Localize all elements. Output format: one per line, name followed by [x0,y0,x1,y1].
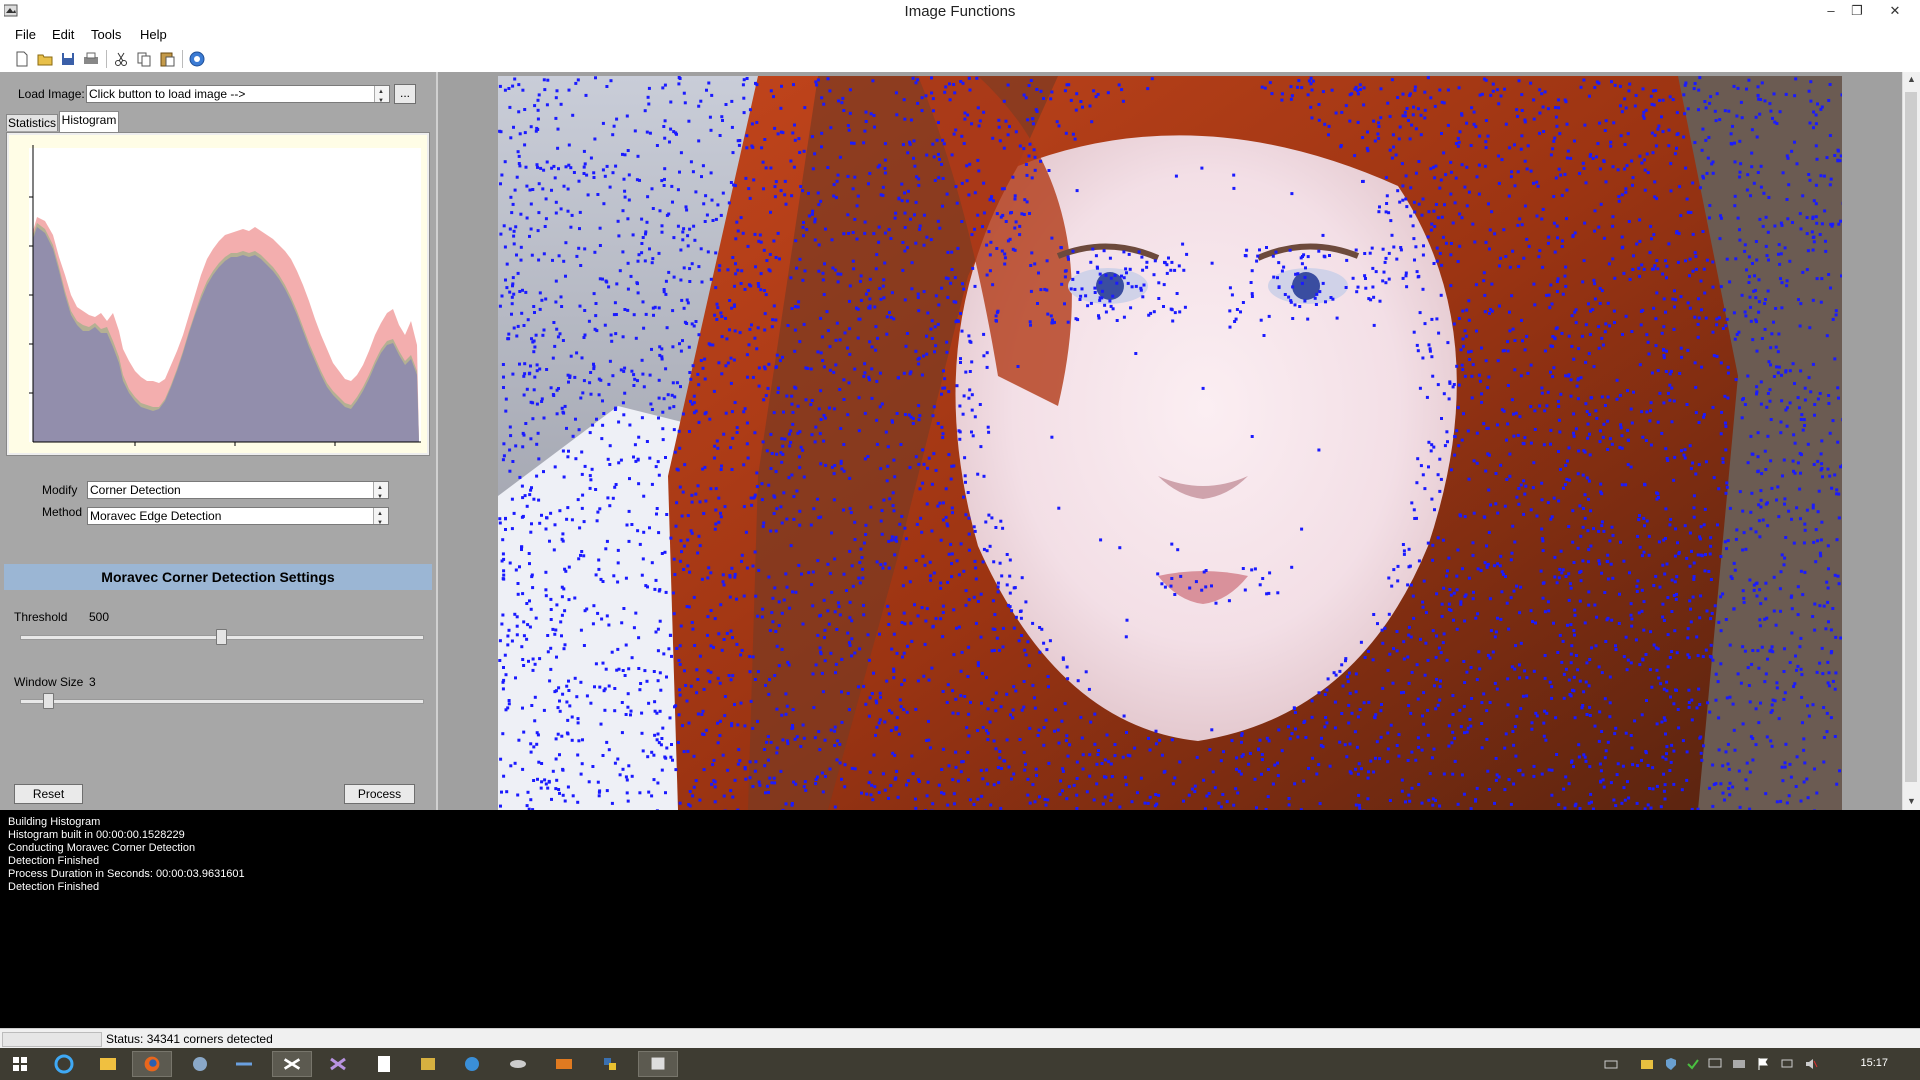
scroll-down-icon[interactable]: ▼ [1907,796,1916,806]
tab-statistics[interactable]: Statistics [6,114,58,131]
python-icon[interactable] [590,1051,630,1077]
cut-icon[interactable] [112,50,130,68]
window-size-label: Window Size [14,675,84,689]
save-icon[interactable] [59,50,77,68]
reset-button[interactable]: Reset [14,784,83,804]
terminal-icon[interactable] [544,1051,584,1077]
vertical-scrollbar[interactable]: ▲ ▼ [1902,72,1920,810]
histogram-chart [9,135,427,453]
menu-file[interactable]: File [15,27,36,42]
toolbar-separator [182,50,183,68]
menu-help[interactable]: Help [140,27,167,42]
browse-button[interactable]: ... [394,84,416,104]
link-icon[interactable] [224,1051,264,1077]
visual-studio-icon[interactable] [272,1051,312,1077]
scrollbar-thumb[interactable] [1905,92,1917,782]
load-image-label: Load Image: [18,87,85,101]
load-image-value: Click button to load image --> [89,87,246,101]
display-icon[interactable] [1732,1057,1746,1071]
network-icon[interactable] [452,1051,492,1077]
method-label: Method [42,505,83,519]
modify-label: Modify [42,483,78,497]
load-image-spinner[interactable] [374,86,389,102]
image-functions-icon[interactable] [638,1051,678,1077]
title-bar: Image Functions – ❐ ✕ [0,0,1920,24]
copy-icon[interactable] [135,50,153,68]
log-line: Process Duration in Seconds: 00:00:03.96… [8,868,245,880]
modify-select[interactable]: Corner Detection [87,481,389,499]
log-line: Histogram built in 00:00:00.1528229 [8,829,185,841]
settings-header: Moravec Corner Detection Settings [4,564,432,590]
image-viewer[interactable]: ▲ ▼ [438,72,1920,810]
tab-histogram[interactable]: Histogram [59,111,119,132]
scroll-up-icon[interactable]: ▲ [1907,74,1916,84]
process-button[interactable]: Process [344,784,415,804]
network-tray-icon[interactable] [1780,1057,1794,1071]
toolbar [0,46,1920,73]
progress-bar [2,1032,102,1047]
flag-icon[interactable] [1756,1057,1770,1071]
document-icon[interactable] [364,1051,404,1077]
load-image-field[interactable]: Click button to load image --> [86,85,390,103]
new-icon[interactable] [13,50,31,68]
toolbar-separator [106,50,107,68]
keyboard-icon[interactable] [1604,1057,1618,1071]
file-explorer-icon[interactable] [88,1051,128,1077]
clock: 15:17 [1860,1057,1888,1069]
histogram-panel [6,132,430,456]
window-size-value: 3 [89,675,96,689]
threshold-slider-thumb[interactable] [216,629,227,645]
menu-tools[interactable]: Tools [91,27,121,42]
portrait-image [498,76,1842,810]
help-icon[interactable] [188,50,206,68]
close-button[interactable]: ✕ [1884,2,1906,20]
left-panel: Load Image: Click button to load image -… [0,72,438,810]
eye-icon[interactable] [498,1051,538,1077]
method-spinner[interactable] [373,508,388,524]
check-icon[interactable] [1686,1057,1700,1071]
status-text: Status: 34341 corners detected [106,1032,273,1046]
modify-value: Corner Detection [90,483,181,497]
minimize-button[interactable]: – [1820,2,1842,20]
tools-icon[interactable] [408,1051,448,1077]
window-size-slider-thumb[interactable] [43,693,55,709]
volume-icon[interactable] [1804,1057,1818,1071]
restore-button[interactable]: ❐ [1846,2,1868,20]
status-bar: Status: 34341 corners detected [0,1028,1920,1049]
start-icon[interactable] [2,1051,38,1077]
menu-bar: File Edit Tools Help [0,24,1920,46]
threshold-value: 500 [89,610,110,624]
folder-tray-icon[interactable] [1640,1057,1654,1071]
app-icon[interactable] [180,1051,220,1077]
log-line: Building Histogram [8,816,101,828]
log-console: Building Histogram Histogram built in 00… [0,810,1920,1028]
taskbar: 15:17 [0,1048,1920,1080]
print-icon[interactable] [82,50,100,68]
visual-studio-alt-icon[interactable] [318,1051,358,1077]
open-icon[interactable] [36,50,54,68]
processed-image[interactable] [498,76,1842,810]
threshold-label: Threshold [14,610,68,624]
internet-explorer-icon[interactable] [44,1051,84,1077]
menu-edit[interactable]: Edit [52,27,74,42]
monitor-icon[interactable] [1708,1057,1722,1071]
paste-icon[interactable] [158,50,176,68]
modify-spinner[interactable] [373,482,388,498]
window-title: Image Functions [904,3,1016,20]
log-line: Detection Finished [8,881,100,893]
firefox-icon[interactable] [132,1051,172,1077]
shield-icon[interactable] [1664,1057,1678,1071]
method-value: Moravec Edge Detection [90,509,222,523]
log-line: Conducting Moravec Corner Detection [8,842,196,854]
method-select[interactable]: Moravec Edge Detection [87,507,389,525]
window-size-slider[interactable] [20,699,424,704]
log-line: Detection Finished [8,855,100,867]
